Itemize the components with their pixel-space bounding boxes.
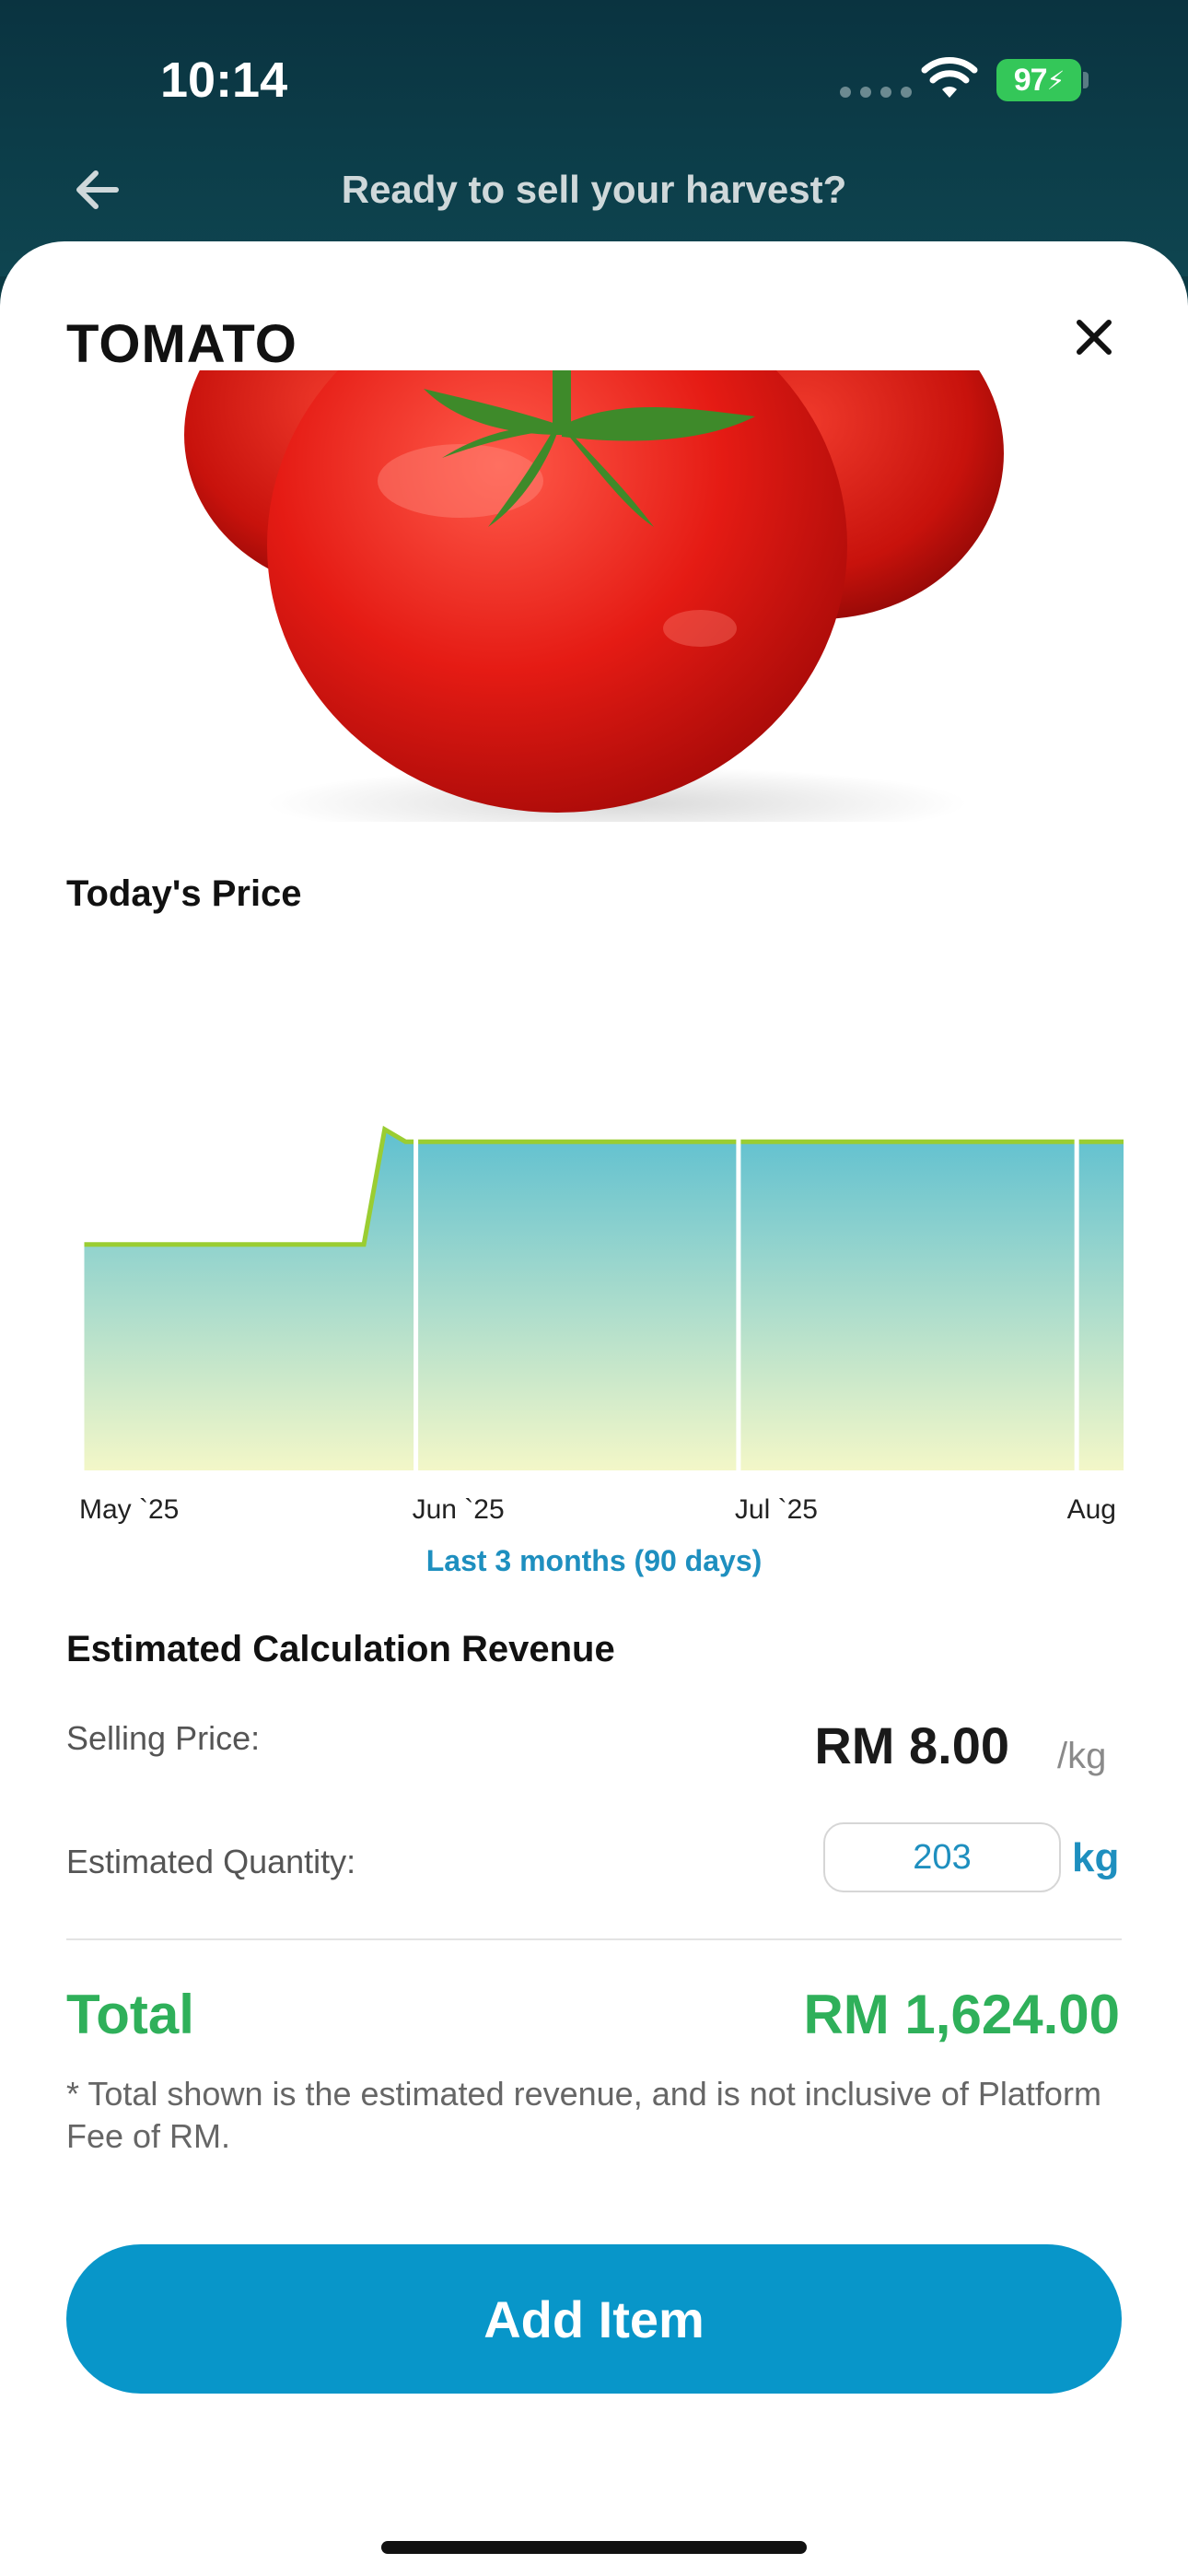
- divider: [66, 1938, 1122, 1940]
- battery-level: 97: [1013, 62, 1048, 98]
- total-value: RM 1,624.00: [803, 1984, 1120, 2045]
- footnote: * Total shown is the estimated revenue, …: [66, 2075, 1101, 2155]
- x-tick-label: Jun `25: [413, 1494, 505, 1525]
- signal-icon: [840, 87, 912, 98]
- product-title: TOMATO: [66, 314, 297, 374]
- status-time: 10:14: [160, 53, 288, 108]
- selling-price-unit: /kg: [1057, 1736, 1107, 1776]
- x-tick-label: May `25: [79, 1494, 179, 1525]
- price-area: [83, 1129, 1124, 1470]
- charging-bolt-icon: ⚡: [1046, 65, 1066, 95]
- selling-price-label: Selling Price:: [66, 1719, 261, 1757]
- header-title: Ready to sell your harvest?: [341, 168, 847, 211]
- todays-price-title: Today's Price: [66, 873, 302, 914]
- quantity-label: Estimated Quantity:: [66, 1843, 356, 1880]
- home-indicator[interactable]: [381, 2541, 807, 2554]
- selling-price-value: RM 8.00: [814, 1716, 1009, 1774]
- tomato-photo: [184, 370, 1004, 822]
- quantity-input[interactable]: [823, 1822, 1061, 1892]
- top-bar: [0, 0, 1188, 276]
- price-chart: May `25 Jun `25 Jul `25 Aug: [79, 1060, 1124, 1525]
- range-label[interactable]: Last 3 months (90 days): [0, 1544, 1188, 1578]
- battery-icon: 97 ⚡: [996, 59, 1081, 101]
- close-icon[interactable]: [1068, 311, 1120, 363]
- battery-cap: [1083, 72, 1089, 88]
- wifi-icon: [921, 57, 978, 98]
- calculation-title: Estimated Calculation Revenue: [66, 1629, 615, 1669]
- add-item-button[interactable]: Add Item: [66, 2244, 1122, 2394]
- total-label: Total: [66, 1984, 194, 2045]
- x-tick-label: Aug: [1067, 1494, 1116, 1525]
- x-tick-label: Jul `25: [735, 1494, 818, 1525]
- quantity-unit: kg: [1072, 1835, 1120, 1880]
